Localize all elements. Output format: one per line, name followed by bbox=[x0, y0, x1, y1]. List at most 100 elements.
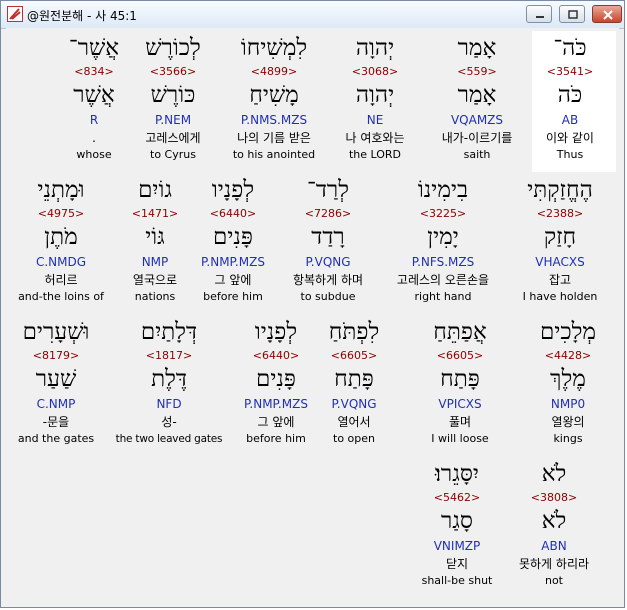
morphology-code: NE bbox=[366, 113, 384, 127]
english-gloss: kings bbox=[553, 432, 583, 445]
hebrew-word: הֶחֱזַקְתִּי bbox=[527, 177, 593, 203]
english-gloss: I have holden bbox=[522, 290, 598, 303]
hebrew-word: אֲפַתֵּחַ bbox=[433, 319, 487, 345]
word-block[interactable]: יִסָּגֵרוּ׃ <5462> סָגַר VNIMZP 닫지 shall… bbox=[401, 459, 513, 589]
word-block[interactable]: לְכוֹרֶשׁ <3566> כּוֹרֶשׁ P.NEM 고레스에게 to… bbox=[117, 33, 229, 163]
morphology-code: P.NEM bbox=[154, 113, 192, 127]
strong-number[interactable]: <4899> bbox=[218, 63, 330, 80]
title-bar[interactable]: @원전분해 - 사 45:1 bbox=[1, 1, 624, 29]
strong-number[interactable]: <1817> bbox=[113, 347, 225, 364]
english-gloss: the two leaved gates bbox=[115, 433, 223, 445]
hebrew-lemma: מֶלֶךְ bbox=[550, 366, 586, 392]
word-block[interactable]: לִמְשִׁיחוֹ <4899> מָשִׁיחַ P.NMS.MZS 나의… bbox=[218, 33, 330, 163]
morphology-code: AB bbox=[561, 113, 579, 127]
word-block[interactable]: לִפְתֹּחַ <6605> פָּתַח P.VQNG 열어서 to op… bbox=[298, 317, 410, 447]
minimize-button[interactable] bbox=[526, 5, 552, 23]
strong-number[interactable]: <3566> bbox=[117, 63, 229, 80]
analysis-panel: אֲשֶׁר־ <834> אֲשֶׁר R . whose לְכוֹרֶשׁ… bbox=[6, 28, 619, 602]
korean-gloss: 풀며 bbox=[448, 415, 472, 429]
morphology-code: NFD bbox=[156, 397, 182, 411]
korean-gloss: 못하게 하리라 bbox=[518, 557, 590, 571]
hebrew-word: יְהוָה bbox=[355, 35, 395, 61]
hebrew-word: לֹא bbox=[541, 461, 567, 487]
app-window: @원전분해 - 사 45:1 אֲשֶׁר־ <834> אֲשֶׁר R . … bbox=[0, 0, 625, 608]
strong-number[interactable]: <3068> bbox=[319, 63, 431, 80]
window-title: @원전분해 - 사 45:1 bbox=[27, 9, 137, 23]
korean-gloss: 열어서 bbox=[337, 415, 371, 429]
strong-number[interactable]: <3808> bbox=[498, 489, 610, 506]
word-block[interactable]: דְּלָתַיִם <1817> דֶּלֶת NFD 성- the two … bbox=[113, 317, 225, 447]
english-gloss: Thus bbox=[556, 148, 584, 161]
word-block[interactable]: הֶחֱזַקְתִּי <2388> חָזַק VHACXS 잡고 I ha… bbox=[504, 175, 616, 305]
korean-gloss: 닫지 bbox=[445, 557, 469, 571]
korean-gloss: 이와 같이 bbox=[546, 131, 594, 145]
strong-number[interactable]: <2388> bbox=[504, 205, 616, 222]
hebrew-lemma: כֹּה bbox=[557, 82, 583, 108]
morphology-code: VPICXS bbox=[438, 397, 482, 411]
korean-gloss: 나의 기름 받은 bbox=[237, 131, 311, 145]
hebrew-lemma: כּוֹרֶשׁ bbox=[150, 82, 196, 108]
morphology-code: NMP0 bbox=[550, 397, 586, 411]
morphology-code: P.VQNG bbox=[305, 255, 351, 269]
korean-gloss: 성- bbox=[161, 415, 177, 429]
morphology-code: VHACXS bbox=[535, 255, 585, 269]
english-gloss: and the gates bbox=[17, 432, 95, 445]
strong-number[interactable]: <4428> bbox=[512, 347, 624, 364]
korean-gloss: -문을 bbox=[42, 415, 70, 429]
korean-gloss: 잡고 bbox=[548, 273, 572, 287]
morphology-code: ABN bbox=[541, 539, 567, 553]
english-gloss: the LORD bbox=[348, 148, 402, 161]
hebrew-lemma: יְהוָה bbox=[355, 82, 395, 108]
hebrew-lemma: יָמִין bbox=[427, 224, 459, 250]
strong-number[interactable]: <8179> bbox=[0, 347, 112, 364]
word-block-selected[interactable]: כֹּה־ <3541> כֹּה AB 이와 같이 Thus bbox=[514, 33, 626, 163]
strong-number[interactable]: <3541> bbox=[514, 63, 626, 80]
hebrew-lemma: מָשִׁיחַ bbox=[249, 82, 299, 108]
hebrew-word: דְּלָתַיִם bbox=[140, 319, 198, 345]
hebrew-word: בִימִינוֹ bbox=[417, 177, 469, 203]
english-gloss: to his anointed bbox=[232, 148, 316, 161]
word-block[interactable]: לֹא <3808> לֹא ABN 못하게 하리라 not bbox=[498, 459, 610, 589]
hebrew-word: לְרַד־ bbox=[307, 177, 349, 203]
hebrew-lemma: דֶּלֶת bbox=[151, 366, 187, 392]
word-block[interactable]: בִימִינוֹ <3225> יָמִין P.NFS.MZS 고레스의 오… bbox=[387, 175, 499, 305]
hebrew-word: לִפְתֹּחַ bbox=[328, 319, 380, 345]
word-block[interactable]: מְלָכִים <4428> מֶלֶךְ NMP0 열왕의 kings bbox=[512, 317, 624, 447]
word-block[interactable]: וּשְׁעָרִים <8179> שַׁעַר C.NMP -문을 and … bbox=[0, 317, 112, 447]
english-gloss: not bbox=[544, 574, 563, 587]
korean-gloss: 열왕의 bbox=[551, 415, 585, 429]
morphology-code: P.VQNG bbox=[331, 397, 377, 411]
morphology-code: C.NMP bbox=[36, 397, 76, 411]
word-block[interactable]: אֲפַתֵּחַ <6605> פָּתַח VPICXS 풀며 I will… bbox=[404, 317, 516, 447]
maximize-button[interactable] bbox=[559, 5, 585, 23]
hebrew-word: לִמְשִׁיחוֹ bbox=[240, 35, 308, 61]
hebrew-lemma: לֹא bbox=[541, 508, 567, 534]
hebrew-lemma: פָּתַח bbox=[440, 366, 480, 392]
hebrew-lemma: שַׁעַר bbox=[35, 366, 77, 392]
hebrew-lemma: חָזַק bbox=[543, 224, 577, 250]
word-block[interactable]: לְרַד־ <7286> רָדַד P.VQNG 항복하게 하며 to su… bbox=[272, 175, 384, 305]
app-logo-icon bbox=[7, 6, 23, 22]
hebrew-word: לְכוֹרֶשׁ bbox=[145, 35, 201, 61]
close-button[interactable] bbox=[592, 5, 622, 23]
word-block[interactable]: יְהוָה <3068> יְהוָה NE 나 여호와는 the LORD bbox=[319, 33, 431, 163]
hebrew-word: מְלָכִים bbox=[539, 319, 597, 345]
english-gloss: I will loose bbox=[431, 432, 489, 445]
hebrew-word: וּשְׁעָרִים bbox=[22, 319, 90, 345]
strong-number[interactable]: <5462> bbox=[401, 489, 513, 506]
korean-gloss: 고레스에게 bbox=[145, 131, 201, 145]
korean-gloss: 항복하게 하며 bbox=[292, 273, 364, 287]
hebrew-lemma: סָגַר bbox=[441, 508, 473, 534]
english-gloss: shall-be shut bbox=[421, 574, 493, 587]
english-gloss: to subdue bbox=[300, 290, 356, 303]
strong-number[interactable]: <7286> bbox=[272, 205, 384, 222]
hebrew-word: כֹּה־ bbox=[553, 35, 587, 61]
morphology-code: VNIMZP bbox=[433, 539, 481, 553]
morphology-code: P.NMS.MZS bbox=[240, 113, 308, 127]
hebrew-lemma: פָּתַח bbox=[334, 366, 374, 392]
korean-gloss: 나 여호와는 bbox=[345, 131, 405, 145]
hebrew-word: יִסָּגֵרוּ׃ bbox=[435, 461, 479, 487]
strong-number[interactable]: <3225> bbox=[387, 205, 499, 222]
strong-number[interactable]: <6605> bbox=[298, 347, 410, 364]
strong-number[interactable]: <6605> bbox=[404, 347, 516, 364]
